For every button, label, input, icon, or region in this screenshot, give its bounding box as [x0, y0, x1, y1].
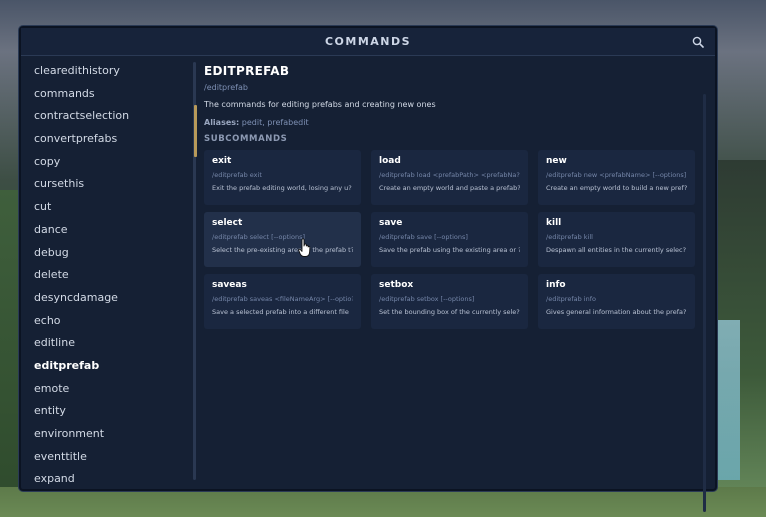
subcommand-card-info[interactable]: info/editprefab info Gives general inform…: [538, 274, 695, 329]
sidebar-item-debug[interactable]: debug: [25, 242, 195, 265]
subcommand-description: Create an empty world to build a new pre…: [546, 184, 687, 192]
sidebar-item-cut[interactable]: cut: [25, 196, 195, 219]
subcommand-card-select[interactable]: select/editprefab select [--options] Sele…: [204, 212, 361, 267]
subcommand-card-saveas[interactable]: saveas/editprefab saveas <fileNameArg> […: [204, 274, 361, 329]
subcommand-usage: /editprefab setbox [--options]: [379, 295, 475, 303]
subcommand-usage: /editprefab select [--options]: [212, 233, 305, 241]
command-title: EDITPREFAB: [204, 64, 290, 78]
subcommand-description: Exit the prefab editing world, losing an…: [212, 184, 352, 192]
aliases-row: Aliases: pedit, prefabedit: [204, 118, 309, 127]
subcommands-heading: SUBCOMMANDS: [204, 134, 288, 144]
title-bar: COMMANDS: [21, 28, 715, 56]
subcommand-card-exit[interactable]: exit/editprefab exit Exit the prefab edit…: [204, 150, 361, 205]
search-button[interactable]: [689, 33, 707, 51]
subcommand-description: Select the pre-existing area of the pref…: [212, 246, 353, 254]
command-path: /editprefab: [204, 83, 248, 92]
command-description: The commands for editing prefabs and cre…: [204, 100, 436, 109]
window-title: COMMANDS: [324, 35, 412, 48]
subcommand-usage: /editprefab load <prefabPath> <prefabNa?…: [379, 171, 520, 179]
subcommand-name: saveas: [212, 280, 247, 290]
sidebar-item-environment[interactable]: environment: [25, 423, 195, 446]
sidebar-item-editprefab[interactable]: editprefab: [25, 355, 195, 378]
sidebar-item-eventtitle[interactable]: eventtitle: [25, 446, 195, 469]
commands-window: COMMANDS clearedithistory commands contrac…: [19, 26, 717, 512]
subcommand-usage: /editprefab info: [546, 295, 596, 303]
subcommand-description: Create an empty world and paste a prefab…: [379, 184, 520, 192]
sidebar-item-convertprefabs[interactable]: convertprefabs: [25, 128, 195, 151]
aliases-values: pedit, prefabedit: [241, 118, 309, 127]
hand-cursor-icon: [298, 238, 311, 257]
subcommand-description: Save the prefab using the existing area …: [379, 246, 520, 254]
subcommand-card-kill[interactable]: kill/editprefab kill Despawn all entities…: [538, 212, 695, 267]
sidebar-item-copy[interactable]: copy: [25, 151, 195, 174]
search-icon: [692, 36, 704, 48]
subcommand-name: kill: [546, 218, 562, 228]
sidebar-item-expand[interactable]: expand: [25, 468, 195, 484]
subcommand-card-save[interactable]: save/editprefab save [--options] Save the…: [371, 212, 528, 267]
subcommand-description: Gives general information about the pref…: [546, 308, 687, 316]
sidebar-item-desyncdamage[interactable]: desyncdamage: [25, 287, 195, 310]
sidebar-item-entity[interactable]: entity: [25, 400, 195, 423]
command-list[interactable]: clearedithistory commands contractselectio…: [25, 60, 195, 484]
sidebar-item-dance[interactable]: dance: [25, 219, 195, 242]
subcommand-name: info: [546, 280, 566, 290]
subcommand-usage: /editprefab saveas <fileNameArg> [--opti…: [212, 295, 353, 303]
subcommand-usage: /editprefab kill: [546, 233, 593, 241]
subcommand-name: load: [379, 156, 401, 166]
detail-scrollbar[interactable]: [703, 94, 706, 512]
subcommand-name: new: [546, 156, 567, 166]
background-ground: [0, 487, 766, 517]
subcommand-description: Save a selected prefab into a different …: [212, 308, 349, 316]
subcommand-name: select: [212, 218, 243, 228]
subcommand-usage: /editprefab exit: [212, 171, 262, 179]
sidebar-item-echo[interactable]: echo: [25, 310, 195, 333]
subcommand-description: Set the bounding box of the currently se…: [379, 308, 520, 316]
subcommand-name: exit: [212, 156, 232, 166]
sidebar-item-commands[interactable]: commands: [25, 83, 195, 106]
sidebar-item-cursethis[interactable]: cursethis: [25, 173, 195, 196]
subcommand-description: Despawn all entities in the currently se…: [546, 246, 687, 254]
subcommand-card-setbox[interactable]: setbox/editprefab setbox [--options] Set …: [371, 274, 528, 329]
subcommand-card-new[interactable]: new/editprefab new <prefabName> [--optio…: [538, 150, 695, 205]
accent-bar: [194, 105, 197, 157]
sidebar-item-emote[interactable]: emote: [25, 378, 195, 401]
subcommand-card-load[interactable]: load/editprefab load <prefabPath> <prefa…: [371, 150, 528, 205]
sidebar-item-contractselection[interactable]: contractselection: [25, 105, 195, 128]
command-detail: EDITPREFAB /editprefab The commands for …: [194, 60, 707, 512]
subcommand-name: save: [379, 218, 403, 228]
subcommand-usage: /editprefab save [--options]: [379, 233, 468, 241]
subcommand-name: setbox: [379, 280, 414, 290]
sidebar-item-editline[interactable]: editline: [25, 332, 195, 355]
aliases-label: Aliases:: [204, 118, 240, 127]
sidebar-item-delete[interactable]: delete: [25, 264, 195, 287]
sidebar-item-clearedithistory[interactable]: clearedithistory: [25, 60, 195, 83]
subcommand-usage: /editprefab new <prefabName> [--options]: [546, 171, 687, 179]
